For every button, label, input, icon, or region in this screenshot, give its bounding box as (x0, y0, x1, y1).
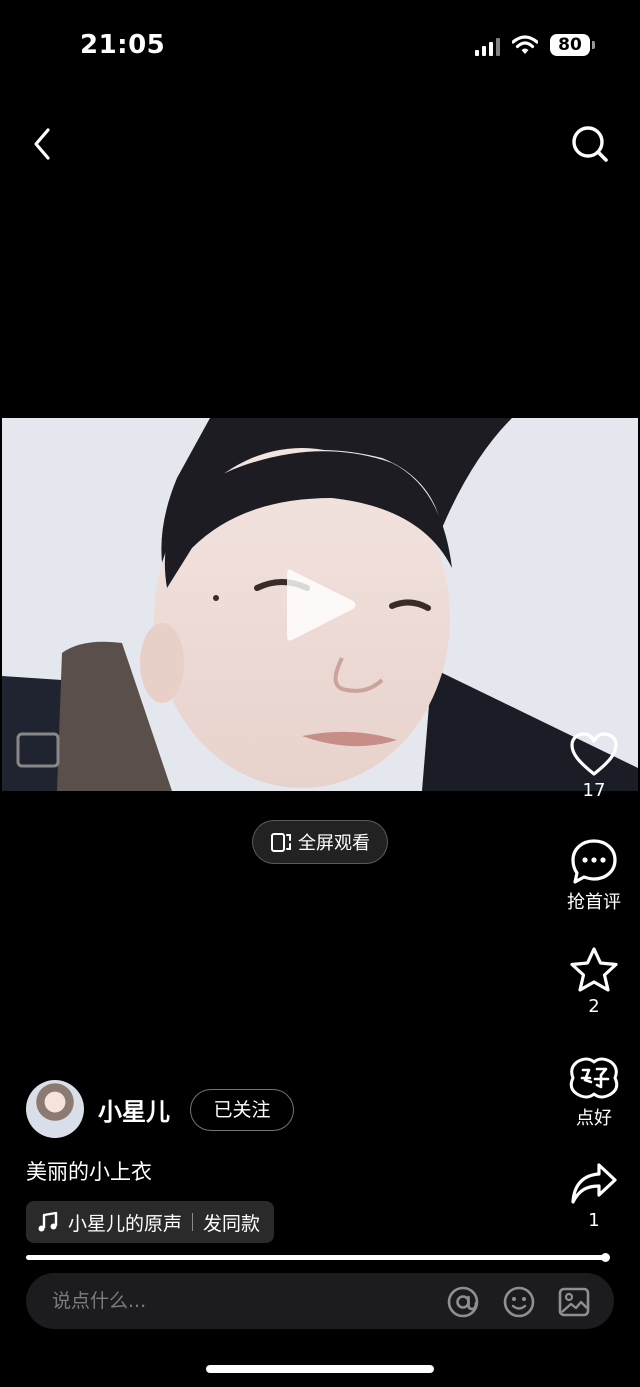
progress-thumb[interactable] (600, 1253, 610, 1262)
signal-icon (475, 34, 500, 56)
battery-indicator: 80 (550, 34, 595, 56)
follow-button[interactable]: 已关注 (190, 1089, 294, 1131)
search-button[interactable] (566, 120, 614, 168)
music-title: 小星儿的原声 (68, 1212, 183, 1235)
good-button[interactable]: 点好 (562, 1054, 626, 1130)
video-progress-bar[interactable] (26, 1253, 610, 1262)
author-name[interactable]: 小星儿 (98, 1092, 170, 1127)
image-icon[interactable] (557, 1285, 591, 1319)
comment-label: 抢首评 (567, 892, 621, 913)
progress-fill (26, 1255, 606, 1260)
like-button[interactable]: 17 (562, 732, 626, 801)
emoji-icon[interactable] (502, 1285, 536, 1319)
comment-bar (26, 1273, 614, 1329)
comment-input[interactable] (52, 1273, 412, 1329)
search-icon (572, 126, 608, 162)
share-button[interactable]: 1 (562, 1160, 626, 1231)
post-caption: 美丽的小上衣 (26, 1160, 152, 1184)
status-icons: 80 (475, 34, 595, 56)
play-icon (287, 569, 356, 641)
good-icon (569, 1057, 619, 1099)
comment-icon (571, 839, 617, 884)
heart-icon (570, 732, 618, 776)
phone-screen: 21:05 80 全屏观看 17 抢首评 2 点好 1 小星儿 已关注 美丽的小… (0, 0, 640, 1387)
wifi-icon (512, 35, 538, 54)
play-button[interactable] (279, 562, 361, 648)
use-sound-button[interactable]: 发同款 (203, 1209, 260, 1236)
share-count: 1 (588, 1210, 600, 1231)
fullscreen-button[interactable]: 全屏观看 (252, 820, 388, 864)
back-button[interactable] (26, 120, 62, 168)
status-time: 21:05 (80, 30, 166, 60)
music-note-icon (38, 1211, 58, 1232)
music-separator (192, 1213, 194, 1231)
fullscreen-label: 全屏观看 (298, 833, 370, 854)
star-icon (570, 947, 618, 992)
good-label: 点好 (576, 1108, 612, 1129)
home-indicator[interactable] (206, 1365, 434, 1373)
comment-button[interactable]: 抢首评 (562, 838, 626, 914)
music-chip[interactable]: 小星儿的原声 发同款 (26, 1201, 275, 1243)
author-avatar[interactable] (26, 1080, 84, 1138)
fullscreen-icon (271, 833, 291, 852)
like-count: 17 (582, 780, 606, 801)
at-icon[interactable] (446, 1285, 480, 1319)
back-icon (34, 128, 50, 160)
share-icon (571, 1163, 617, 1204)
favorite-button[interactable]: 2 (562, 946, 626, 1017)
favorite-count: 2 (588, 996, 600, 1017)
